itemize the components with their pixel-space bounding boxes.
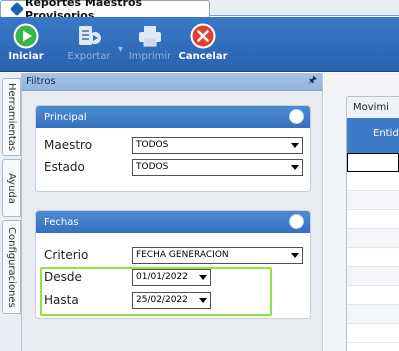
principal-group: Principal Maestro TODOS Estado TODOS bbox=[35, 105, 311, 192]
imprimir-button[interactable]: Imprimir bbox=[128, 17, 172, 72]
estado-select[interactable]: TODOS bbox=[132, 158, 303, 176]
criterio-select[interactable]: FECHA GENERACION bbox=[132, 246, 303, 264]
pin-icon[interactable]: 🖈 bbox=[308, 73, 317, 90]
side-tab-strip: Herramientas Ayuda Configuraciones bbox=[0, 73, 22, 351]
desde-label: Desde bbox=[44, 270, 82, 284]
estado-row: Estado TODOS bbox=[44, 158, 303, 176]
hasta-row: Hasta 25/02/2022 bbox=[44, 291, 211, 309]
filtros-title: Filtros bbox=[26, 76, 56, 87]
tab-ayuda-label: Ayuda bbox=[6, 172, 17, 204]
table-row[interactable] bbox=[347, 229, 399, 248]
tab-herramientas-label: Herramientas bbox=[6, 82, 17, 152]
desde-date-picker[interactable]: 01/01/2022 bbox=[132, 268, 211, 286]
tab-ayuda[interactable]: Ayuda bbox=[2, 159, 21, 217]
fechas-group-header: Fechas bbox=[36, 211, 310, 233]
chevron-down-icon bbox=[199, 297, 207, 303]
table-row[interactable] bbox=[347, 210, 399, 229]
play-icon bbox=[13, 23, 39, 49]
tab-configuraciones[interactable]: Configuraciones bbox=[2, 220, 21, 314]
app-icon bbox=[9, 1, 25, 17]
principal-title: Principal bbox=[44, 111, 87, 123]
hasta-value: 25/02/2022 bbox=[136, 295, 188, 305]
tab-herramientas[interactable]: Herramientas bbox=[2, 78, 21, 156]
table-row[interactable] bbox=[347, 267, 399, 286]
cancelar-label: Cancelar bbox=[178, 51, 228, 62]
criterio-row: Criterio FECHA GENERACION bbox=[44, 246, 303, 264]
table-row[interactable] bbox=[347, 191, 399, 210]
fechas-group: Fechas Criterio FECHA GENERACION Desde 0… bbox=[35, 210, 311, 319]
cancel-icon bbox=[190, 23, 216, 49]
chevron-down-icon bbox=[291, 164, 299, 170]
desde-value: 01/01/2022 bbox=[136, 272, 188, 282]
chevron-down-icon bbox=[199, 274, 207, 280]
iniciar-button[interactable]: Iniciar bbox=[8, 17, 44, 72]
hasta-label: Hasta bbox=[44, 293, 79, 307]
table-row[interactable] bbox=[347, 324, 399, 343]
chevron-down-icon bbox=[291, 142, 299, 148]
principal-group-header: Principal bbox=[36, 106, 310, 128]
filtros-header: Filtros 🖈 bbox=[22, 73, 322, 91]
cancelar-button[interactable]: Cancelar bbox=[178, 17, 228, 72]
column-header-entidad[interactable]: Entid bbox=[347, 118, 399, 153]
column-header-label: Entid bbox=[373, 128, 399, 139]
collapse-toggle-icon[interactable] bbox=[289, 214, 304, 229]
maestro-select[interactable]: TODOS bbox=[132, 136, 303, 154]
maestro-value: TODOS bbox=[136, 140, 169, 150]
movimientos-panel: Movimi Entid bbox=[324, 73, 399, 351]
criterio-label: Criterio bbox=[44, 248, 89, 262]
tab-movimientos[interactable]: Movimi bbox=[346, 96, 399, 118]
hasta-date-picker[interactable]: 25/02/2022 bbox=[132, 291, 211, 309]
table-row[interactable] bbox=[347, 286, 399, 305]
estado-label: Estado bbox=[44, 160, 85, 174]
estado-value: TODOS bbox=[136, 162, 169, 172]
table-row[interactable] bbox=[347, 153, 399, 172]
ribbon-toolbar: Iniciar Exportar ▾ Imprimir Cancelar bbox=[0, 17, 399, 72]
movimientos-grid: Entid bbox=[346, 118, 399, 351]
collapse-toggle-icon[interactable] bbox=[289, 109, 304, 124]
iniciar-label: Iniciar bbox=[8, 51, 44, 62]
chevron-down-icon bbox=[291, 252, 299, 258]
maestro-label: Maestro bbox=[44, 138, 93, 152]
table-row[interactable] bbox=[347, 248, 399, 267]
tab-configuraciones-label: Configuraciones bbox=[6, 226, 17, 308]
dropdown-arrow-icon: ▾ bbox=[118, 44, 124, 55]
window-tab[interactable]: Reportes Maestros Provisorios bbox=[0, 0, 210, 22]
maestro-row: Maestro TODOS bbox=[44, 136, 303, 154]
export-icon bbox=[79, 26, 101, 45]
table-row[interactable] bbox=[347, 305, 399, 324]
filtros-panel: Filtros 🖈 Principal Maestro TODOS Estado… bbox=[22, 73, 323, 351]
table-row[interactable] bbox=[347, 172, 399, 191]
exportar-button[interactable]: Exportar bbox=[66, 17, 112, 72]
printer-icon bbox=[139, 26, 161, 47]
imprimir-label: Imprimir bbox=[128, 51, 172, 62]
criterio-value: FECHA GENERACION bbox=[136, 250, 229, 260]
desde-row: Desde 01/01/2022 bbox=[44, 268, 211, 286]
exportar-label: Exportar bbox=[67, 51, 111, 62]
movimientos-tab-label: Movimi bbox=[353, 102, 389, 113]
fechas-title: Fechas bbox=[44, 216, 79, 228]
